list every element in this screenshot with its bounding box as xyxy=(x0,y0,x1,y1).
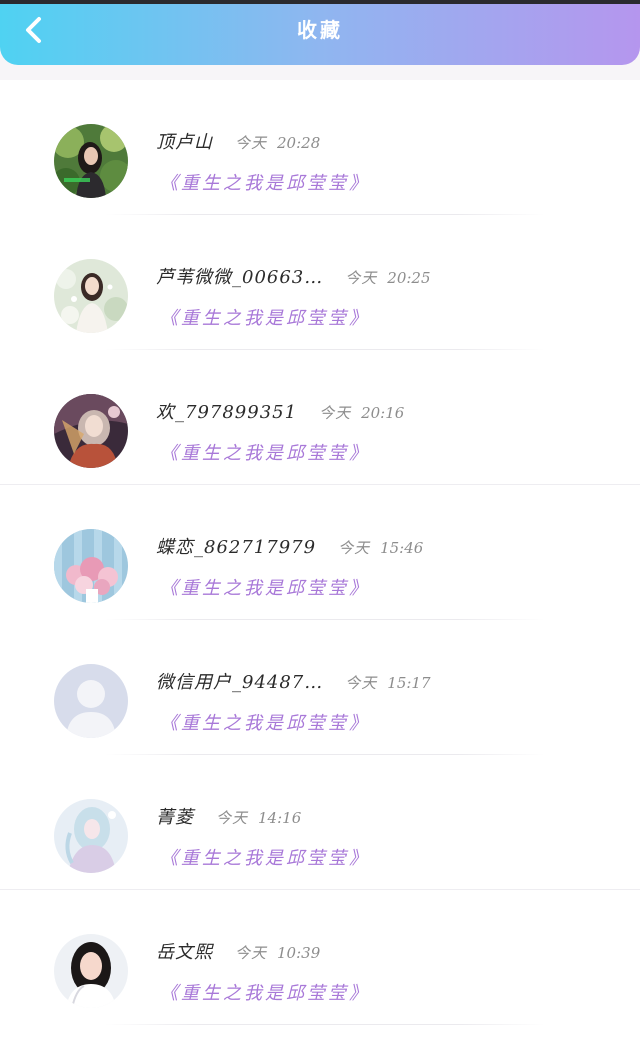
list-item[interactable]: 菁菱 今天 14:16 《重生之我是邱莹莹》 xyxy=(0,755,640,890)
list-item[interactable]: 芦苇微微_00663… 今天 20:25 《重生之我是邱莹莹》 xyxy=(0,215,640,350)
book-title-link[interactable]: 《重生之我是邱莹莹》 xyxy=(160,709,370,735)
page-title: 收藏 xyxy=(297,18,343,42)
user-name[interactable]: 菁菱 xyxy=(156,803,194,829)
avatar[interactable] xyxy=(54,124,128,198)
list-item[interactable]: 蝶恋_862717979 今天 15:46 《重生之我是邱莹莹》 xyxy=(0,485,640,620)
timestamp: 20:28 xyxy=(277,134,321,152)
time-label: 今天 xyxy=(345,269,378,287)
book-title-link[interactable]: 《重生之我是邱莹莹》 xyxy=(160,844,370,870)
avatar[interactable] xyxy=(54,259,128,333)
time-label: 今天 xyxy=(338,539,371,557)
list-item[interactable]: 欢_797899351 今天 20:16 《重生之我是邱莹莹》 xyxy=(0,350,640,485)
time-label: 今天 xyxy=(319,404,352,422)
avatar[interactable] xyxy=(54,664,128,738)
user-name[interactable]: 欢_797899351 xyxy=(156,398,297,424)
list-item[interactable]: 岳文熙 今天 10:39 《重生之我是邱莹莹》 xyxy=(0,890,640,1025)
user-name[interactable]: 顶卢山 xyxy=(156,128,213,154)
timestamp: 15:46 xyxy=(380,539,424,557)
user-name[interactable]: 芦苇微微_00663… xyxy=(156,263,323,289)
list-item[interactable]: 顶卢山 今天 20:28 《重生之我是邱莹莹》 xyxy=(0,80,640,215)
book-title-link[interactable]: 《重生之我是邱莹莹》 xyxy=(160,574,370,600)
time-label: 今天 xyxy=(216,809,249,827)
user-name[interactable]: 蝶恋_862717979 xyxy=(156,533,316,559)
time-label: 今天 xyxy=(345,674,378,692)
timestamp: 10:39 xyxy=(277,944,321,962)
avatar[interactable] xyxy=(54,934,128,1008)
book-title-link[interactable]: 《重生之我是邱莹莹》 xyxy=(160,979,370,1005)
timestamp: 14:16 xyxy=(258,809,302,827)
timestamp: 20:25 xyxy=(387,269,431,287)
book-title-link[interactable]: 《重生之我是邱莹莹》 xyxy=(160,439,370,465)
list-item[interactable]: 微信用户_94487… 今天 15:17 《重生之我是邱莹莹》 xyxy=(0,620,640,755)
header-bar: 收藏 xyxy=(0,4,640,65)
user-name[interactable]: 微信用户_94487… xyxy=(156,668,323,694)
avatar[interactable] xyxy=(54,799,128,873)
user-name[interactable]: 岳文熙 xyxy=(156,938,213,964)
favorites-list: 顶卢山 今天 20:28 《重生之我是邱莹莹》 芦苇微微_00663… 今天 2… xyxy=(0,80,640,1053)
avatar[interactable] xyxy=(54,394,128,468)
book-title-link[interactable]: 《重生之我是邱莹莹》 xyxy=(160,304,370,330)
avatar[interactable] xyxy=(54,529,128,603)
timestamp: 20:16 xyxy=(361,404,405,422)
time-label: 今天 xyxy=(235,134,268,152)
divider xyxy=(105,1024,545,1025)
time-label: 今天 xyxy=(235,944,268,962)
book-title-link[interactable]: 《重生之我是邱莹莹》 xyxy=(160,169,370,195)
timestamp: 15:17 xyxy=(387,674,431,692)
